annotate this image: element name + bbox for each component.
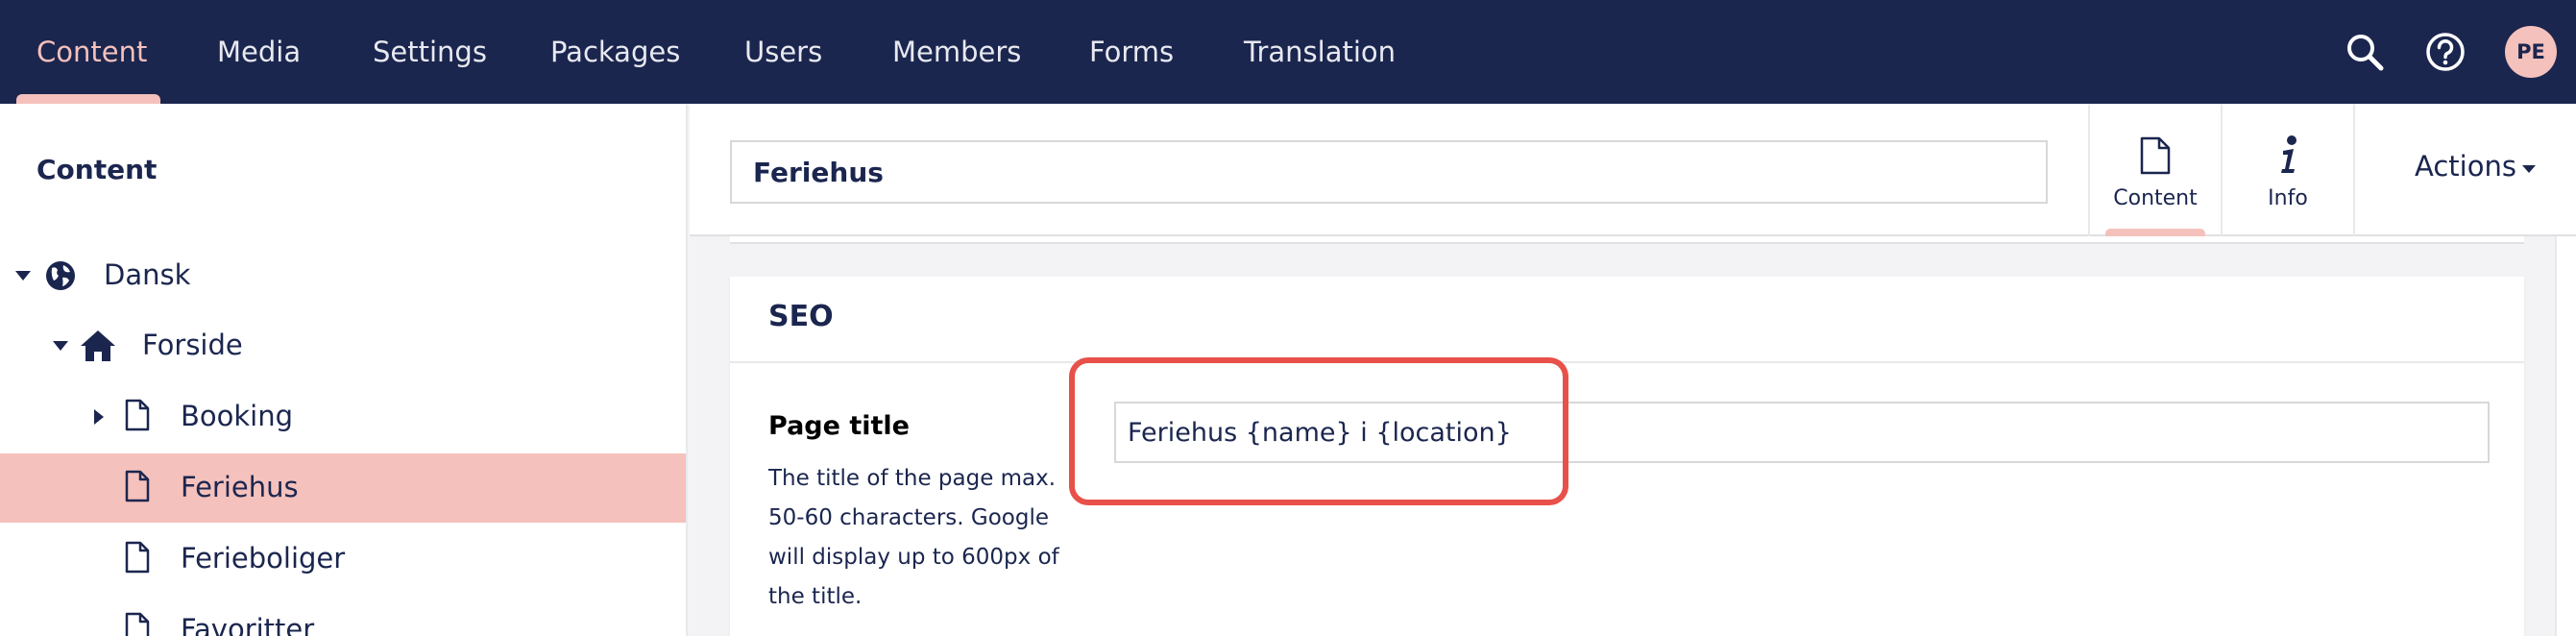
previous-panel-edge <box>730 236 2524 244</box>
caret-down-icon[interactable] <box>15 271 31 281</box>
editor-header: Content Info Actions <box>690 104 2576 236</box>
tab-content[interactable]: Content <box>2088 104 2221 236</box>
nav-item-translation[interactable]: Translation <box>1244 0 1396 104</box>
info-icon <box>2276 135 2301 179</box>
property-label: Page title <box>768 411 910 441</box>
document-icon <box>125 612 150 636</box>
nav-active-indicator <box>16 94 160 104</box>
tree-item-label: Dansk <box>104 258 191 291</box>
tree-item-feriehus[interactable]: Feriehus <box>0 453 686 523</box>
nav-item-settings[interactable]: Settings <box>373 0 487 104</box>
nav-item-members[interactable]: Members <box>892 0 1021 104</box>
scrollbar[interactable] <box>2555 236 2576 636</box>
top-navigation: Content Media Settings Packages Users Me… <box>0 0 2576 104</box>
content-tree-sidebar: Content Dansk Forside Booking Feriehus F… <box>0 104 688 636</box>
document-icon <box>2140 136 2171 179</box>
tree-item-dansk[interactable]: Dansk <box>0 241 686 310</box>
node-name-input[interactable] <box>730 140 2048 204</box>
caret-down-icon[interactable] <box>53 341 68 351</box>
sidebar-title: Content <box>36 154 158 185</box>
tree-item-label: Booking <box>181 400 294 432</box>
globe-icon <box>44 259 77 296</box>
nav-item-content[interactable]: Content <box>36 0 147 104</box>
tree-item-favoritter[interactable]: Favoritter <box>0 596 686 636</box>
tree-item-ferieboliger[interactable]: Ferieboliger <box>0 525 686 594</box>
user-avatar[interactable]: PE <box>2505 26 2557 78</box>
tree-item-label: Favoritter <box>181 613 315 636</box>
chevron-down-icon[interactable] <box>2522 165 2536 173</box>
property-description: The title of the page max. 50-60 charact… <box>768 466 1059 609</box>
tab-content-label: Content <box>2113 186 2198 210</box>
panel-title: SEO <box>768 300 834 333</box>
nav-item-packages[interactable]: Packages <box>550 0 680 104</box>
actions-button[interactable]: Actions <box>2415 150 2516 183</box>
search-icon[interactable] <box>2344 31 2386 73</box>
tree-item-label: Forside <box>142 329 243 361</box>
tab-info[interactable]: Info <box>2221 104 2355 236</box>
tree-item-label: Ferieboliger <box>181 542 346 575</box>
nav-item-users[interactable]: Users <box>744 0 822 104</box>
caret-right-icon[interactable] <box>94 409 104 425</box>
help-icon[interactable] <box>2424 31 2467 73</box>
home-icon <box>79 329 117 367</box>
highlight-annotation <box>1069 357 1568 505</box>
tab-info-label: Info <box>2268 186 2308 210</box>
document-icon <box>125 470 150 506</box>
nav-item-forms[interactable]: Forms <box>1089 0 1174 104</box>
document-icon <box>125 541 150 577</box>
nav-item-media[interactable]: Media <box>217 0 301 104</box>
seo-panel: SEO Page title The title of the page max… <box>730 277 2524 636</box>
active-tab-indicator <box>2105 229 2205 236</box>
document-icon <box>125 399 150 435</box>
tree-item-forside[interactable]: Forside <box>0 311 686 380</box>
panel-header: SEO <box>730 277 2524 363</box>
tree-item-booking[interactable]: Booking <box>0 382 686 452</box>
tree-item-label: Feriehus <box>181 471 299 503</box>
